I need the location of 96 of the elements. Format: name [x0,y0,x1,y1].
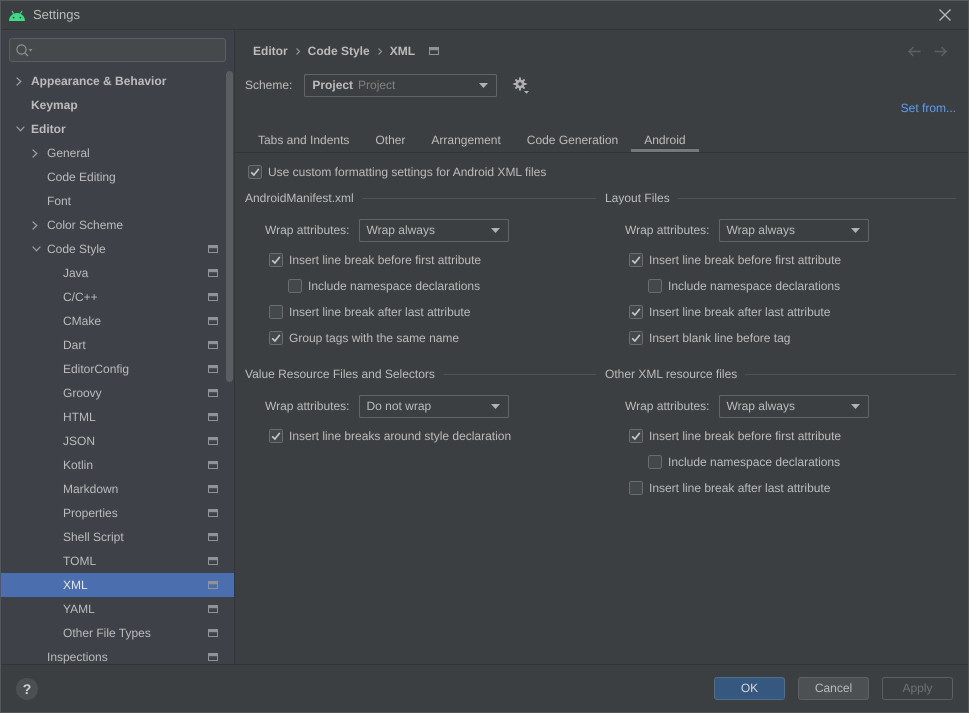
checkbox-label[interactable]: Insert line break after last attribute [289,304,470,320]
tree-item[interactable]: YAML [1,597,234,621]
tree-item[interactable]: Properties [1,501,234,525]
dropdown[interactable]: Do not wrap [359,395,510,418]
tree-item[interactable]: Keymap [1,93,234,117]
tree-item[interactable]: Groovy [1,381,234,405]
field-label: Wrap attributes: [265,399,350,414]
tree-item[interactable]: Dart [1,333,234,357]
caret-icon [491,228,500,233]
search-field[interactable] [9,38,226,62]
tree-item[interactable]: Kotlin [1,453,234,477]
group-title: AndroidManifest.xml [245,190,354,206]
checkbox-label[interactable]: Insert line break after last attribute [649,304,830,320]
dropdown[interactable]: Wrap always [719,395,870,418]
caret-icon [491,404,500,409]
breadcrumb-item: Editor [253,44,288,58]
settings-icon[interactable] [513,77,530,94]
checkbox[interactable] [269,429,283,443]
breadcrumb-item: XML [390,44,416,58]
tree-item[interactable]: CMake [1,309,234,333]
checkbox[interactable] [248,165,262,179]
tree-item[interactable]: Java [1,261,234,285]
tree-item[interactable]: Appearance & Behavior [1,69,234,93]
tree-item[interactable]: HTML [1,405,234,429]
tab[interactable]: Tabs and Indents [245,128,362,152]
checkbox[interactable] [269,305,283,319]
help-button[interactable]: ? [16,678,38,700]
checkbox[interactable] [629,429,643,443]
checkbox[interactable] [629,331,643,345]
checkbox[interactable] [269,331,283,345]
checkbox[interactable] [648,279,662,293]
dropdown[interactable]: Wrap always [359,219,510,242]
checkbox-label[interactable]: Insert line break before first attribute [289,252,482,268]
chevron-right-icon [296,48,300,54]
tree-item[interactable]: Other File Types [1,621,234,645]
tree-item[interactable]: Color Scheme [1,213,234,237]
search-icon [16,44,33,56]
checkbox-label[interactable]: Include namespace declarations [668,278,840,294]
set-from-link[interactable]: Set from... [900,101,956,115]
checkbox-label[interactable]: Insert line break before first attribute [649,252,842,268]
chevron-right-icon [378,48,382,54]
dropdown[interactable]: Wrap always [719,219,870,242]
tree-item[interactable]: Editor [1,117,234,141]
checkbox-label[interactable]: Insert line break before first attribute [649,428,842,444]
tab[interactable]: Android [631,128,699,152]
chevron-right-icon[interactable] [32,148,38,158]
checkbox-label[interactable]: Use custom formatting settings for Android XML files [268,164,546,180]
checkbox-label[interactable]: Group tags with the same name [289,330,460,346]
tab[interactable]: Other [362,128,418,152]
tree-item[interactable]: Code Editing [1,165,234,189]
field-label: Scheme: [245,78,292,93]
tree-item[interactable]: Font [1,189,234,213]
tree-item[interactable]: Shell Script [1,525,234,549]
group-title: Other XML resource files [605,366,738,382]
caret-icon [851,404,860,409]
chevron-down-icon[interactable] [16,126,25,132]
caret-icon [851,228,860,233]
chevron-right-icon[interactable] [16,76,22,86]
checkbox[interactable] [629,305,643,319]
tree-item[interactable]: TOML [1,549,234,573]
caret-icon [479,83,488,88]
checkbox[interactable] [648,455,662,469]
tree-item[interactable]: C/C++ [1,285,234,309]
tab[interactable]: Code Generation [514,128,632,152]
tree-item[interactable]: JSON [1,429,234,453]
checkbox-label[interactable]: Insert line break after last attribute [649,480,830,496]
tree-item[interactable]: EditorConfig [1,357,234,381]
checkbox[interactable] [629,253,643,267]
checkbox[interactable] [288,279,302,293]
group-title: Value Resource Files and Selectors [245,366,435,382]
checkbox-label[interactable]: Include namespace declarations [308,278,480,294]
field-label: Wrap attributes: [265,223,350,238]
android-logo-icon [8,10,26,20]
field-label: Wrap attributes: [625,223,710,238]
tree-item[interactable]: Code Style [1,237,234,261]
tree-item[interactable]: Markdown [1,477,234,501]
chevron-right-icon[interactable] [32,220,38,230]
group-title: Layout Files [605,190,670,206]
tree-item[interactable]: XML [1,573,234,597]
scrollbar-thumb[interactable] [226,71,233,382]
checkbox-label[interactable]: Insert blank line before tag [649,330,790,346]
window-title: Settings [33,7,80,23]
dialog-button[interactable]: Cancel [798,677,869,700]
tab[interactable]: Arrangement [418,128,514,152]
breadcrumb-item: Code Style [308,44,370,58]
checkbox-label[interactable]: Include namespace declarations [668,454,840,470]
checkbox[interactable] [629,481,643,495]
dialog-button[interactable]: OK [714,677,785,700]
tree-item[interactable]: Inspections [1,645,234,664]
checkbox-label[interactable]: Insert line breaks around style declaration [289,428,512,444]
checkbox[interactable] [269,253,283,267]
field-label: Wrap attributes: [625,399,710,414]
close-icon[interactable] [939,9,951,21]
scheme-dropdown[interactable]: Project Project [304,74,498,97]
tree-item[interactable]: General [1,141,234,165]
chevron-down-icon[interactable] [32,246,41,252]
